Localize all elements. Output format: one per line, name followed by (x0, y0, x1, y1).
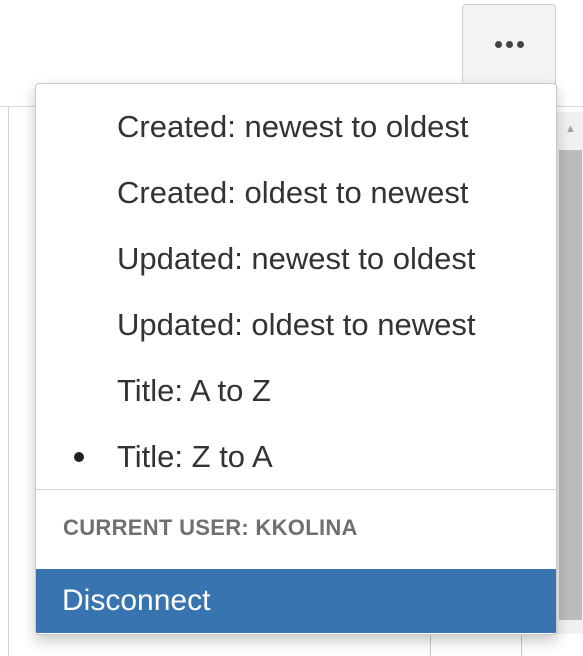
sort-option-label: Updated: oldest to newest (117, 307, 476, 342)
ellipsis-icon (494, 41, 524, 48)
sort-option-label: Title: A to Z (117, 373, 271, 408)
sort-option-created-oldest[interactable]: Created: oldest to newest (36, 160, 556, 226)
sort-option-label: Created: newest to oldest (117, 109, 469, 144)
sort-option-updated-newest[interactable]: Updated: newest to oldest (36, 226, 556, 292)
page: ▲ Created: newest to oldest Created: old… (0, 0, 583, 656)
sort-option-label: Created: oldest to newest (117, 175, 469, 210)
ellipsis-dot (505, 41, 513, 48)
options-dropdown-menu: Created: newest to oldest Created: oldes… (35, 83, 557, 635)
ellipsis-dot (494, 41, 502, 48)
menu-divider (36, 489, 556, 490)
sort-option-updated-oldest[interactable]: Updated: oldest to newest (36, 292, 556, 358)
disconnect-label: Disconnect (62, 584, 211, 617)
disconnect-button[interactable]: Disconnect (36, 569, 556, 633)
sort-options-list: Created: newest to oldest Created: oldes… (36, 94, 556, 490)
scrollbar[interactable]: ▲ (556, 112, 583, 634)
sort-option-title-z-a[interactable]: Title: Z to A (36, 424, 556, 490)
sort-option-label: Title: Z to A (117, 439, 273, 474)
ellipsis-dot (516, 41, 524, 48)
sort-option-created-newest[interactable]: Created: newest to oldest (36, 94, 556, 160)
selected-bullet-icon (74, 452, 84, 462)
scroll-up-icon[interactable]: ▲ (557, 112, 583, 146)
sort-option-title-a-z[interactable]: Title: A to Z (36, 358, 556, 424)
sort-option-label: Updated: newest to oldest (117, 241, 476, 276)
more-options-button[interactable] (462, 4, 556, 84)
scroll-thumb[interactable] (559, 150, 582, 620)
current-user-label: CURRENT USER: KKOLINA (63, 515, 358, 540)
